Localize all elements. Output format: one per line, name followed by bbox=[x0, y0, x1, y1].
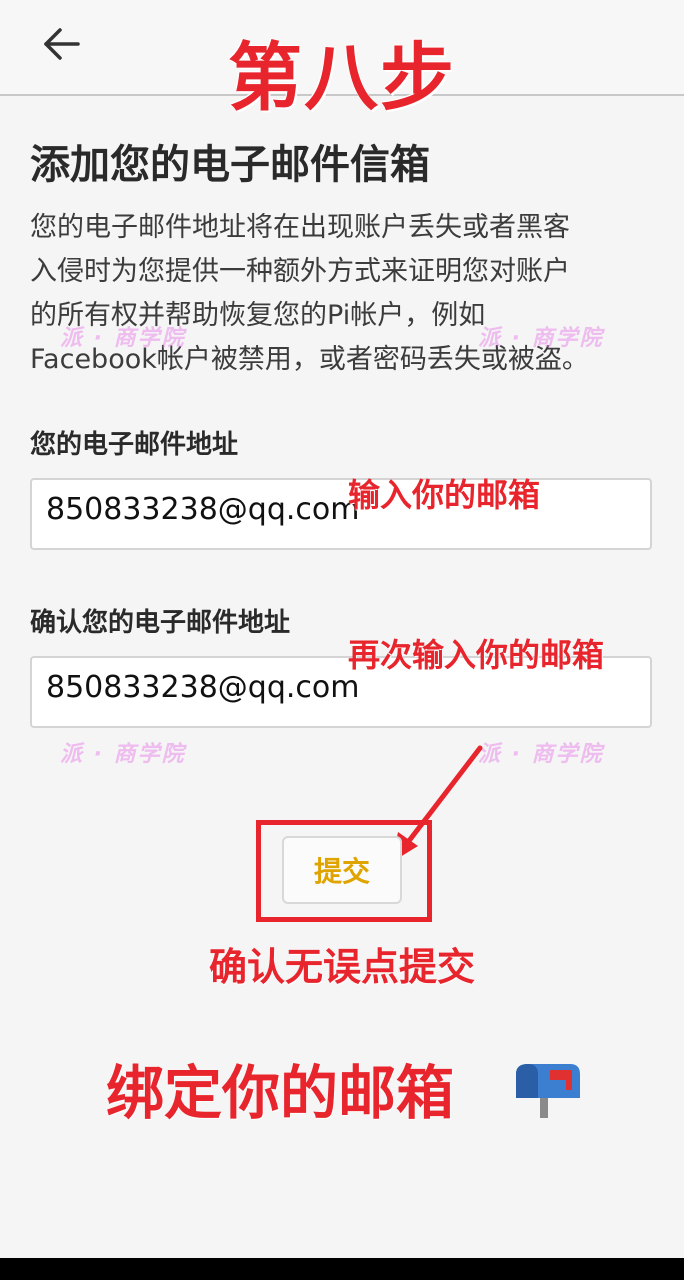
mailbox-icon bbox=[510, 1058, 584, 1118]
watermark: 派 · 商学院 bbox=[478, 326, 604, 351]
step-title: 第八步 bbox=[228, 35, 456, 121]
description-line: 入侵时为您提供一种额外方式来证明您对账户 bbox=[30, 256, 570, 287]
email-field[interactable]: 850833238@qq.com bbox=[30, 478, 652, 550]
description: 您的电子邮件地址将在出现账户丢失或者黑客 入侵时为您提供一种额外方式来证明您对账… bbox=[30, 206, 650, 382]
watermark: 派 · 商学院 bbox=[60, 742, 186, 767]
confirm-email-label: 确认您的电子邮件地址 bbox=[30, 608, 291, 638]
confirm-email-value: 850833238@qq.com bbox=[46, 670, 360, 705]
page-title: 添加您的电子邮件信箱 bbox=[30, 142, 430, 188]
annotation-reenter-email: 再次输入你的邮箱 bbox=[348, 636, 605, 674]
watermark: 派 · 商学院 bbox=[60, 326, 186, 351]
bottom-bar bbox=[0, 1258, 684, 1280]
submit-button[interactable]: 提交 bbox=[282, 836, 402, 904]
email-label: 您的电子邮件地址 bbox=[30, 430, 239, 460]
annotation-enter-email: 输入你的邮箱 bbox=[348, 476, 541, 514]
annotation-bind-email: 绑定你的邮箱 bbox=[106, 1059, 455, 1127]
email-value: 850833238@qq.com bbox=[46, 492, 360, 527]
annotation-confirm-submit: 确认无误点提交 bbox=[208, 945, 475, 989]
watermark: 派 · 商学院 bbox=[478, 742, 604, 767]
description-line: 您的电子邮件地址将在出现账户丢失或者黑客 bbox=[30, 212, 570, 243]
